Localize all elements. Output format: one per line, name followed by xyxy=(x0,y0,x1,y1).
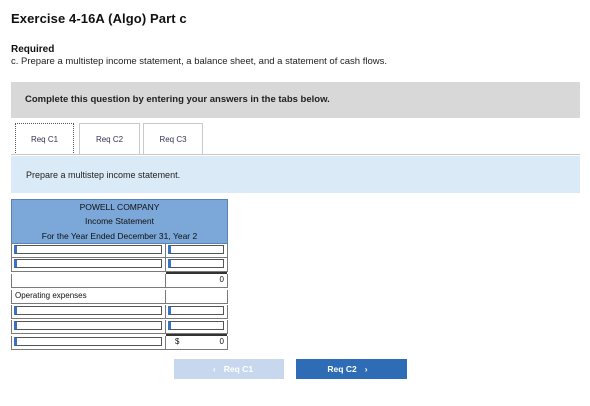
statement-row xyxy=(11,305,228,319)
row-label-cell xyxy=(12,244,166,257)
next-tab-label: Req C2 xyxy=(327,364,357,374)
statement-period: For the Year Ended December 31, Year 2 xyxy=(11,229,228,244)
instructions-banner: Complete this question by entering your … xyxy=(11,82,580,118)
row-label-input[interactable] xyxy=(14,321,162,330)
row-label-cell xyxy=(12,305,166,318)
tab-label: Req C3 xyxy=(159,135,187,144)
tab-req-c2[interactable]: Req C2 xyxy=(79,123,140,155)
row-value-cell xyxy=(166,305,227,318)
row-label-input[interactable] xyxy=(14,337,162,346)
tab-label: Req C1 xyxy=(30,135,59,144)
statement-row xyxy=(11,258,228,272)
row-value-cell xyxy=(166,244,227,257)
row-value-cell xyxy=(166,290,227,303)
statement-name: Income Statement xyxy=(11,214,228,229)
statement-row: $ 0 xyxy=(11,334,228,350)
row-value-input[interactable] xyxy=(168,259,224,268)
row-value-cell xyxy=(166,258,227,271)
row-label-cell xyxy=(12,274,166,287)
row-value-cell xyxy=(166,320,227,333)
chevron-left-icon: ‹ xyxy=(212,364,216,374)
prev-tab-button[interactable]: ‹ Req C1 xyxy=(174,359,284,379)
row-label-cell xyxy=(12,320,166,333)
row-label-input[interactable] xyxy=(14,259,162,268)
row-label-cell: Operating expenses xyxy=(12,290,166,303)
tab-label: Req C2 xyxy=(95,135,124,144)
company-name: POWELL COMPANY xyxy=(11,199,228,214)
statement-row: Operating expenses xyxy=(11,290,228,304)
row-value-input[interactable] xyxy=(168,306,224,315)
tab-instruction: Prepare a multistep income statement. xyxy=(26,170,181,180)
statement-row xyxy=(11,244,228,258)
row-label-input[interactable] xyxy=(14,306,162,315)
statement-row: 0 xyxy=(11,272,228,288)
row-label: Operating expenses xyxy=(15,291,87,300)
row-label-cell xyxy=(12,258,166,271)
statement-row xyxy=(11,320,228,334)
prev-tab-label: Req C1 xyxy=(223,364,254,374)
row-value: 0 xyxy=(219,275,224,284)
banner-text: Complete this question by entering your … xyxy=(25,94,330,105)
row-value: 0 xyxy=(219,337,224,346)
tab-divider xyxy=(11,154,580,155)
currency-symbol: $ xyxy=(175,337,180,346)
row-label-cell xyxy=(12,336,166,349)
chevron-right-icon: › xyxy=(364,364,368,374)
row-value-input[interactable] xyxy=(168,321,224,330)
required-text: c. Prepare a multistep income statement,… xyxy=(11,56,387,67)
row-label-input[interactable] xyxy=(14,245,162,254)
next-tab-button[interactable]: Req C2 › xyxy=(296,359,407,379)
tab-req-c3[interactable]: Req C3 xyxy=(143,123,203,155)
row-value-cell: $ 0 xyxy=(166,334,227,349)
tab-instruction-bar: Prepare a multistep income statement. xyxy=(11,156,580,193)
tab-req-c1[interactable]: Req C1 xyxy=(15,123,74,155)
row-value-input[interactable] xyxy=(168,245,224,254)
row-value-cell: 0 xyxy=(166,272,227,287)
exercise-title: Exercise 4-16A (Algo) Part c xyxy=(11,11,187,26)
required-heading: Required xyxy=(11,44,55,55)
